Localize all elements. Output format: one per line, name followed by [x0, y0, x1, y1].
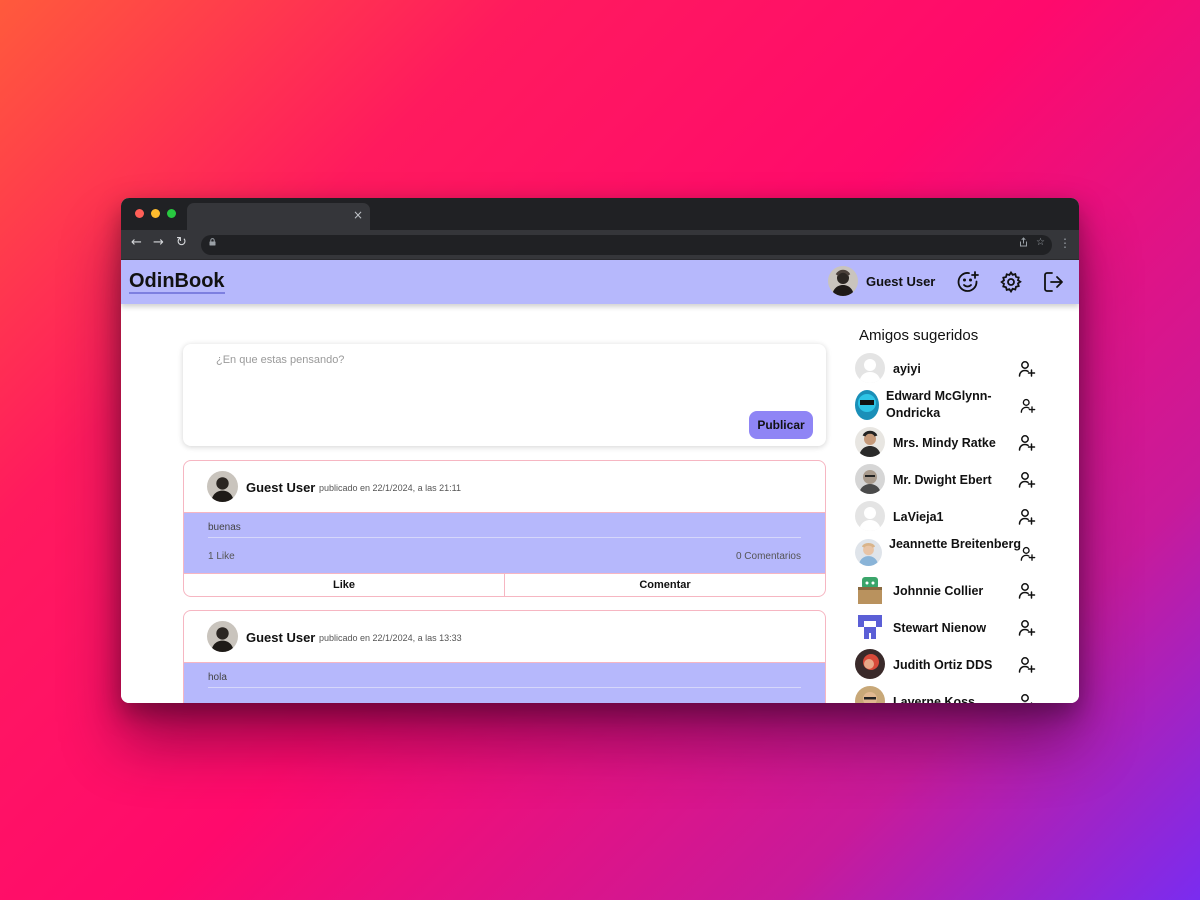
bookmark-star-icon[interactable]: ☆ — [1036, 237, 1045, 248]
add-friend-icon[interactable] — [1018, 471, 1036, 489]
friend-name[interactable]: Stewart Nienow — [893, 620, 986, 637]
post-divider — [208, 537, 801, 538]
list-item: LaVieja1 — [854, 499, 1044, 533]
composer-placeholder[interactable]: ¿En que estas pensando? — [216, 354, 344, 366]
friend-name[interactable]: LaVieja1 — [893, 509, 944, 526]
suggested-friends-title: Amigos sugeridos — [859, 327, 979, 344]
browser-tab[interactable]: × — [187, 203, 370, 230]
post-text: hola — [208, 672, 227, 683]
avatar[interactable] — [855, 649, 885, 679]
post-body: buenas 1 Like 0 Comentarios — [184, 513, 825, 573]
avatar — [828, 266, 858, 296]
list-item: Judith Ortiz DDS — [854, 647, 1044, 681]
list-item: Jeannette Breitenberg — [854, 536, 1044, 570]
add-friend-icon[interactable] — [1018, 508, 1036, 526]
lock-icon — [209, 238, 216, 248]
avatar[interactable] — [855, 686, 885, 703]
like-button[interactable]: Like — [184, 573, 504, 596]
list-item: ayiyi — [854, 351, 1044, 385]
avatar[interactable] — [855, 464, 885, 494]
post-card: Guest User publicado en 22/1/2024, a las… — [183, 460, 826, 597]
avatar[interactable] — [855, 612, 885, 642]
add-friend-icon[interactable] — [1018, 693, 1036, 703]
list-item: Edward McGlynn-Ondricka — [854, 388, 1044, 422]
friend-name[interactable]: Johnnie Collier — [893, 583, 983, 600]
app-header: OdinBook Guest User — [121, 260, 1079, 304]
avatar[interactable] — [855, 501, 885, 531]
list-item: Mr. Dwight Ebert — [854, 462, 1044, 496]
post-author[interactable]: Guest User — [246, 480, 315, 495]
list-item: Johnnie Collier — [854, 573, 1044, 607]
share-icon[interactable] — [1019, 237, 1028, 250]
friend-name[interactable]: Laverne Koss — [893, 694, 975, 703]
avatar[interactable] — [855, 390, 879, 420]
comment-button[interactable]: Comentar — [504, 573, 825, 596]
maximize-window-dot[interactable] — [167, 209, 176, 218]
friend-name[interactable]: Mr. Dwight Ebert — [893, 472, 992, 489]
add-friend-icon[interactable] — [1018, 619, 1036, 637]
post-timestamp: publicado en 22/1/2024, a las 13:33 — [319, 633, 462, 643]
post-composer[interactable]: ¿En que estas pensando? Publicar — [183, 344, 826, 446]
close-window-dot[interactable] — [135, 209, 144, 218]
gear-icon[interactable] — [999, 270, 1023, 294]
avatar[interactable] — [207, 471, 238, 502]
back-icon[interactable]: ← — [131, 235, 142, 250]
like-count: 1 Like — [208, 551, 235, 562]
friend-name[interactable]: ayiyi — [893, 361, 921, 378]
list-item: Laverne Koss — [854, 684, 1044, 703]
add-friend-icon[interactable] — [1018, 656, 1036, 674]
tab-close-icon[interactable]: × — [353, 208, 363, 222]
browser-window: × ← → ↻ ☆ ⋮ OdinBook Guest User ¿En que … — [121, 198, 1079, 703]
add-friend-icon[interactable] — [1018, 434, 1036, 452]
friend-name[interactable]: Mrs. Mindy Ratke — [893, 435, 996, 452]
traffic-lights — [135, 209, 176, 218]
list-item: Mrs. Mindy Ratke — [854, 425, 1044, 459]
logout-icon[interactable] — [1042, 270, 1066, 294]
post-actions: Like Comentar — [184, 573, 825, 596]
post-author[interactable]: Guest User — [246, 630, 315, 645]
current-user[interactable]: Guest User — [828, 266, 935, 296]
friend-name[interactable]: Jeannette Breitenberg — [889, 536, 1021, 553]
add-friend-smiley-icon[interactable] — [956, 270, 980, 294]
avatar[interactable] — [207, 621, 238, 652]
post-divider — [208, 687, 801, 688]
post-text: buenas — [208, 522, 241, 533]
header-username: Guest User — [866, 273, 936, 289]
comment-count[interactable]: 0 Comentarios — [736, 551, 801, 562]
address-bar[interactable]: ☆ — [201, 235, 1052, 255]
avatar[interactable] — [855, 575, 885, 605]
reload-icon[interactable]: ↻ — [176, 235, 187, 250]
odinbook-logo[interactable]: OdinBook — [129, 271, 225, 294]
minimize-window-dot[interactable] — [151, 209, 160, 218]
post-header: Guest User publicado en 22/1/2024, a las… — [184, 461, 825, 513]
publish-button[interactable]: Publicar — [749, 411, 813, 439]
add-friend-icon[interactable] — [1020, 398, 1038, 416]
post-body: hola — [184, 663, 825, 703]
add-friend-icon[interactable] — [1020, 546, 1038, 564]
avatar[interactable] — [855, 427, 885, 457]
forward-icon[interactable]: → — [153, 235, 164, 250]
add-friend-icon[interactable] — [1018, 582, 1036, 600]
post-header: Guest User publicado en 22/1/2024, a las… — [184, 611, 825, 663]
avatar[interactable] — [855, 539, 882, 566]
post-timestamp: publicado en 22/1/2024, a las 21:11 — [319, 483, 461, 493]
odinbook-app: OdinBook Guest User ¿En que estas pensan… — [121, 260, 1079, 703]
post-card: Guest User publicado en 22/1/2024, a las… — [183, 610, 826, 703]
avatar[interactable] — [855, 353, 885, 383]
browser-menu-icon[interactable]: ⋮ — [1059, 236, 1071, 250]
friend-name[interactable]: Judith Ortiz DDS — [893, 657, 992, 674]
add-friend-icon[interactable] — [1018, 360, 1036, 378]
list-item: Stewart Nienow — [854, 610, 1044, 644]
browser-tab-bar: × — [121, 198, 1079, 230]
browser-toolbar: ← → ↻ ☆ ⋮ — [121, 230, 1079, 260]
